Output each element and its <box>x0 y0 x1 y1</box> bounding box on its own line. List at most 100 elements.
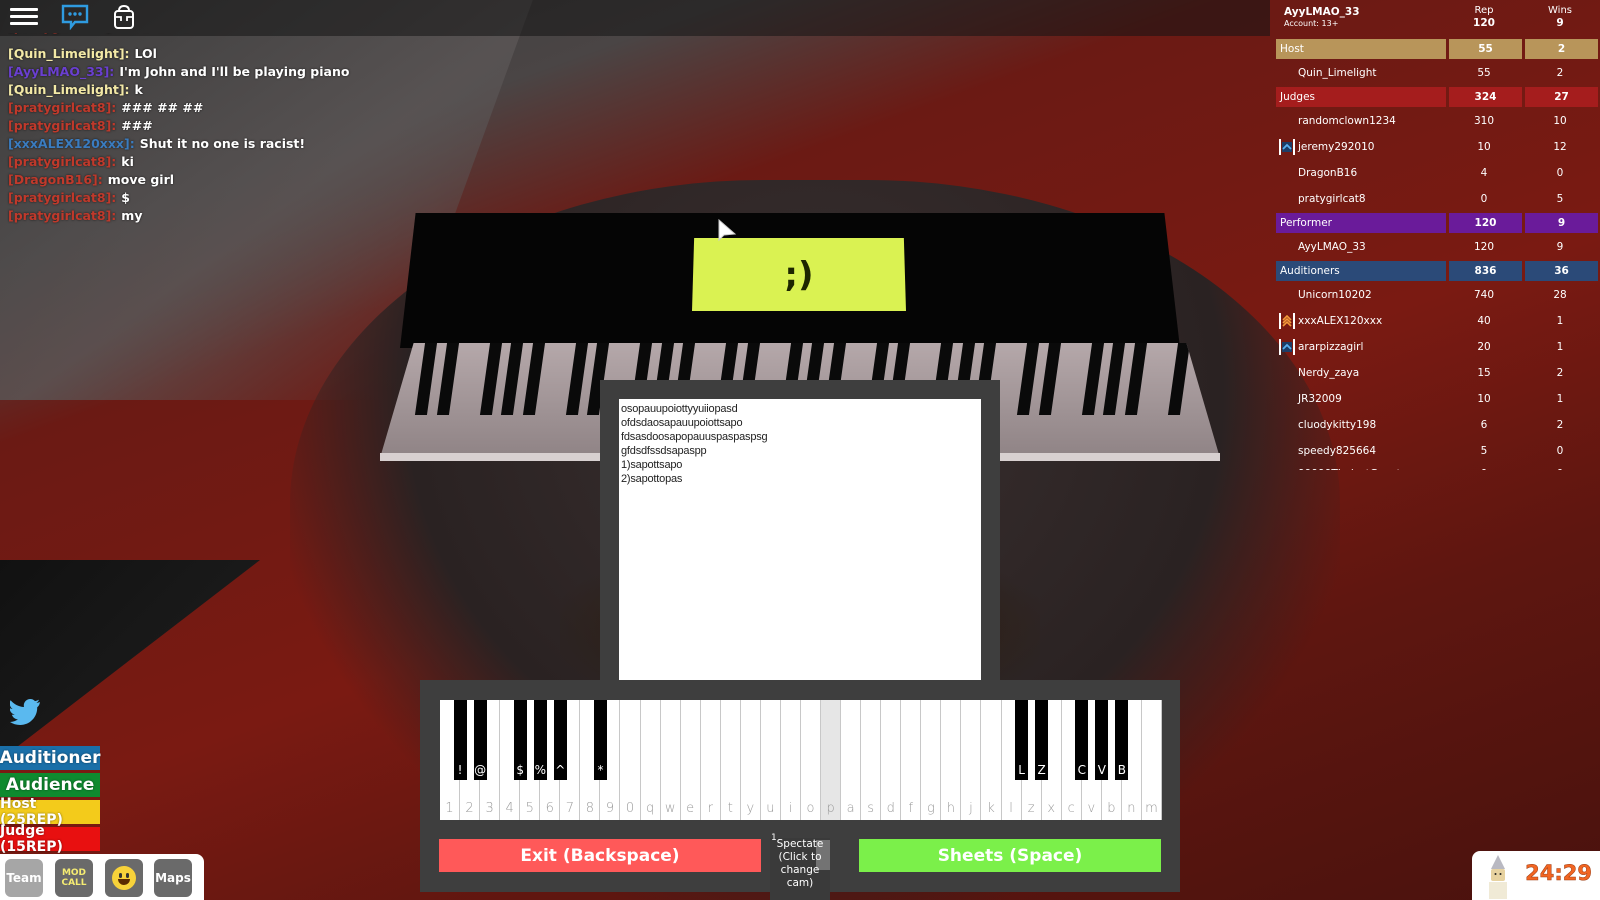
host-team-button[interactable]: Host (25REP) <box>0 796 100 828</box>
piano-white-key[interactable]: s <box>861 700 882 820</box>
piano-white-key[interactable]: r <box>700 700 721 820</box>
piano-white-key[interactable]: d <box>881 700 902 820</box>
chat-username: [xxxALEX120xxx]: <box>8 136 135 151</box>
piano-white-key[interactable]: y <box>740 700 761 820</box>
player-rep: 20 <box>1477 341 1491 353</box>
piano-black-key[interactable]: ^ <box>553 700 567 780</box>
piano-white-key[interactable]: o <box>801 700 822 820</box>
player-row[interactable]: jeremy292010 10 12 <box>1276 134 1600 160</box>
piano-white-key[interactable]: e <box>680 700 701 820</box>
piano-white-key[interactable]: p <box>821 700 842 820</box>
player-row[interactable]: AyyLMAO_33 120 9 <box>1276 234 1600 260</box>
spectate-button[interactable]: Spectate (Click to change cam) <box>770 838 830 900</box>
maps-button[interactable]: Maps <box>154 859 192 897</box>
player-row[interactable]: cluodykitty198 6 2 <box>1276 412 1600 438</box>
player-name-cell: randomclown1234 <box>1276 115 1446 127</box>
piano-black-key[interactable]: L <box>1015 700 1029 780</box>
player-row[interactable]: speedy825664 5 0 <box>1276 438 1600 464</box>
chat-text: my <box>121 208 143 223</box>
player-row[interactable]: 99999ThelastGuest 00 <box>1276 464 1600 470</box>
player-wins: 2 <box>1556 419 1564 431</box>
piano-white-key[interactable]: u <box>760 700 781 820</box>
team-name: Auditioners <box>1276 261 1446 281</box>
piano-black-key[interactable]: ! <box>453 700 467 780</box>
piano-white-key[interactable]: t <box>720 700 741 820</box>
wins-header: Wins <box>1548 5 1572 16</box>
player-name-cell: cluodykitty198 <box>1276 419 1446 431</box>
chat-message: [pratygirlcat8]: my <box>8 207 368 225</box>
player-rep: 55 <box>1477 67 1491 79</box>
player-name: AyyLMAO_33 <box>1298 241 1366 253</box>
sheet-line: 1)sapottsapo <box>621 459 683 471</box>
player-row[interactable]: JR32009 10 1 <box>1276 386 1600 412</box>
player-row[interactable]: DragonB16 4 0 <box>1276 160 1600 186</box>
leaderboard-header: AyyLMAO_33 Account: 13+ Rep 120 Wins 9 <box>1276 0 1600 38</box>
piano-black-key[interactable]: B <box>1115 700 1129 780</box>
player-row[interactable]: pratygirlcat8 0 5 <box>1276 186 1600 212</box>
audience-team-button[interactable]: Audience <box>0 773 100 797</box>
piano-black-key[interactable]: @ <box>473 700 487 780</box>
piano-white-key[interactable]: m <box>1141 700 1162 820</box>
piano-black-key[interactable]: $ <box>513 700 527 780</box>
piano-white-key[interactable]: g <box>921 700 942 820</box>
piano-black-key[interactable]: * <box>593 700 607 780</box>
piano-white-key[interactable]: f <box>901 700 922 820</box>
mod-call-button[interactable]: MOD CALL <box>55 859 93 897</box>
piano-white-key[interactable]: q <box>640 700 661 820</box>
team-name: Judges <box>1276 87 1446 107</box>
player-row[interactable]: Unicorn10202 740 28 <box>1276 282 1600 308</box>
piano-white-key[interactable]: 0 <box>620 700 641 820</box>
piano-black-key[interactable]: % <box>533 700 547 780</box>
piano-black-key[interactable]: Z <box>1035 700 1049 780</box>
piano-white-key[interactable]: h <box>941 700 962 820</box>
player-rep: 0 <box>1446 468 1522 470</box>
team-button[interactable]: Team <box>5 859 43 897</box>
account-age: Account: 13+ <box>1284 19 1339 28</box>
piano-white-key[interactable]: j <box>961 700 982 820</box>
key-label: h <box>946 801 956 816</box>
emote-button[interactable] <box>105 859 143 897</box>
chat-bubble-icon[interactable] <box>61 4 91 32</box>
sheets-button[interactable]: Sheets (Space) <box>859 839 1161 872</box>
key-label: @ <box>474 763 487 777</box>
key-label: B <box>1117 763 1126 777</box>
team-header-host: Host 55 2 <box>1276 39 1600 59</box>
piano-white-key[interactable]: w <box>660 700 681 820</box>
player-wins: 10 <box>1553 115 1567 127</box>
player-row[interactable]: xxxALEX120xxx 40 1 <box>1276 308 1600 334</box>
auditioner-team-button[interactable]: Auditioner <box>0 746 100 770</box>
player-name: Unicorn10202 <box>1298 289 1372 301</box>
key-label: z <box>1027 801 1035 816</box>
chat-message: [pratygirlcat8]: ### <box>8 117 368 135</box>
piano-black-key-3d <box>1102 343 1126 415</box>
chat-message: [pratygirlcat8]: $ <box>8 189 368 207</box>
piano-black-key-3d <box>1038 343 1061 415</box>
team-header-performer: Performer 120 9 <box>1276 213 1600 233</box>
piano-keyboard[interactable]: 1 2 3 4 5 6 7 8 9 0 q w e r t y u i o p a s d f g h j k l z x c v b n m! @ $%… <box>440 700 1162 820</box>
player-rep: 4 <box>1480 167 1488 179</box>
key-label: w <box>664 801 676 816</box>
piano-white-key[interactable]: i <box>780 700 801 820</box>
judge-team-button[interactable]: Judge (15REP) <box>0 823 100 855</box>
player-name-cell: ararpizzagirl <box>1276 339 1446 355</box>
player-row[interactable]: ararpizzagirl 20 1 <box>1276 334 1600 360</box>
hamburger-menu-icon[interactable] <box>10 4 40 32</box>
piano-black-key-3d <box>565 343 588 415</box>
chat-text: ### <box>121 118 153 133</box>
player-row[interactable]: Nerdy_zaya 15 2 <box>1276 360 1600 386</box>
key-label: Z <box>1037 763 1046 777</box>
player-row[interactable]: Quin_Limelight 55 2 <box>1276 60 1600 86</box>
player-row[interactable]: randomclown1234 310 10 <box>1276 108 1600 134</box>
exit-button[interactable]: Exit (Backspace) <box>439 839 761 872</box>
piano-black-key[interactable]: V <box>1095 700 1109 780</box>
chat-text: I'm John and I'll be playing piano <box>119 64 350 79</box>
player-name-cell: JR32009 <box>1276 393 1446 405</box>
piano-black-key[interactable]: C <box>1075 700 1089 780</box>
timer-text: 24:29 <box>1525 861 1592 886</box>
piano-white-key[interactable]: k <box>981 700 1002 820</box>
twitter-bird-icon[interactable] <box>9 697 42 727</box>
team-wins: 2 <box>1525 39 1598 59</box>
backpack-icon[interactable] <box>112 4 142 32</box>
piano-white-key[interactable]: a <box>841 700 862 820</box>
key-label: % <box>534 763 546 777</box>
